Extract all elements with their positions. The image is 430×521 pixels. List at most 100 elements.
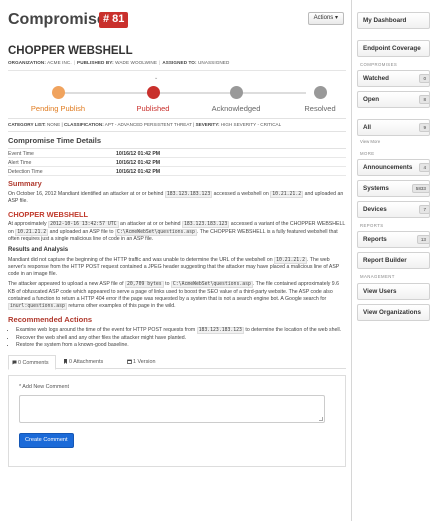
sidebar-section-management: MANAGEMENT	[360, 274, 395, 280]
category-key: CATEGORY LIST:	[8, 122, 46, 128]
chopper-text-part: an attacker at or or behind	[119, 221, 181, 228]
actions-button[interactable]: Actions ▾	[307, 12, 344, 25]
resize-handle-icon[interactable]	[319, 416, 323, 421]
tab-label: 0 Attachments	[69, 359, 104, 366]
bookmark-icon	[64, 359, 67, 365]
recommended-list: Examine web logs around the time of the …	[8, 326, 346, 350]
actions-label: Actions	[313, 15, 334, 21]
time-value: 10/16/12 01:42 PM	[116, 150, 161, 157]
sidebar-item-label: Watched	[363, 75, 390, 83]
page-title: Compromise	[8, 11, 106, 28]
published-value: WADE WOOLWINE	[115, 60, 158, 66]
step-dot	[51, 86, 65, 100]
sidebar-item-open[interactable]: Open 8	[357, 91, 430, 109]
time-details-heading: Compromise Time Details	[8, 135, 102, 145]
sidebar-item-view-organizations[interactable]: View Organizations	[357, 303, 430, 321]
results-text-part: The attacker appeared to upload a new AS…	[8, 281, 124, 288]
sidebar-item-view-users[interactable]: View Users	[357, 282, 430, 300]
create-comment-button[interactable]: Create Comment	[19, 432, 74, 448]
step-resolved[interactable]: Resolved	[270, 86, 370, 113]
classification-line: CATEGORY LIST: NONE | CLASSIFICATION: AP…	[8, 118, 346, 132]
tab-label: 0 Comments	[18, 360, 49, 367]
status-stepper: ⌄ Pending Publish Published Acknowledged…	[8, 70, 346, 116]
recommended-heading: Recommended Actions	[8, 315, 93, 325]
step-dot	[146, 86, 160, 100]
org-value: ACME INC.	[47, 60, 72, 66]
list-item: Recover the web shell and any other file…	[16, 335, 346, 342]
sidebar: My Dashboard Endpoint Coverage COMPROMIS…	[357, 12, 430, 325]
time-key: Event Time	[8, 150, 34, 157]
title-row: Compromise # 81 Actions ▾	[8, 6, 346, 30]
time-value: 10/16/12 01:42 PM	[116, 159, 161, 166]
chopper-text: At approximately 2012-10-16 13:42:57 UTC…	[8, 221, 346, 243]
sidebar-item-endpoint-coverage[interactable]: Endpoint Coverage	[357, 40, 430, 57]
severity-value: HIGH SEVERITY - CRITICAL	[220, 122, 282, 128]
tab-comments[interactable]: 0 Comments	[8, 355, 56, 371]
step-dot	[313, 86, 327, 100]
chopper-heading: CHOPPER WEBSHELL	[8, 210, 89, 220]
classification-key: CLASSIFICATION:	[64, 122, 104, 128]
comment-textarea[interactable]	[19, 394, 325, 423]
byte-count: 20,709 bytes	[125, 281, 164, 289]
sidebar-section-more: MORE	[360, 150, 375, 156]
meta-line: ORGANIZATION: ACME INC. | PUBLISHED BY: WA…	[8, 60, 230, 66]
results-text-part: to	[165, 281, 170, 288]
sidebar-item-my-dashboard[interactable]: My Dashboard	[357, 12, 430, 29]
sidebar-item-devices[interactable]: Devices 7	[357, 201, 430, 219]
sidebar-item-label: My Dashboard	[363, 17, 407, 24]
list-item: Restore the system from a known-good bas…	[16, 342, 346, 349]
sidebar-item-label: View Organizations	[363, 308, 421, 316]
ip-address: 10.21.21.2	[270, 190, 304, 198]
sidebar-item-label: Open	[363, 96, 380, 104]
sidebar-item-label: All	[363, 124, 372, 132]
tab-label: 1 Version	[133, 359, 156, 366]
compromise-name: CHOPPER WEBSHELL	[8, 45, 133, 57]
sidebar-item-report-builder[interactable]: Report Builder	[357, 252, 430, 270]
published-key: PUBLISHED BY:	[77, 60, 114, 66]
summary-heading: Summary	[8, 179, 42, 189]
tab-attachments[interactable]: 0 Attachments	[60, 355, 120, 369]
search-query: inurl:questions.asp	[8, 302, 67, 310]
list-item: Examine web logs around the time of the …	[16, 326, 346, 334]
step-label: Pending Publish	[30, 104, 86, 114]
calendar-icon	[127, 359, 132, 365]
time-key: Detection Time	[8, 168, 43, 175]
main-panel: Compromise # 81 Actions ▾ CHOPPER WEBSHE…	[0, 0, 352, 521]
org-key: ORGANIZATION:	[8, 60, 46, 66]
summary-text-part: accessed a webshell on	[213, 190, 269, 197]
caret-down-icon: ▾	[334, 15, 338, 21]
sidebar-item-announcements[interactable]: Announcements 4	[357, 159, 430, 177]
severity-key: SEVERITY:	[195, 122, 220, 128]
time-key: Alert Time	[8, 159, 32, 166]
comment-form: * Add New Comment Create Comment	[8, 375, 346, 468]
sidebar-item-reports[interactable]: Reports 13	[357, 231, 430, 249]
sidebar-item-label: Systems	[363, 185, 389, 193]
sidebar-item-label: Report Builder	[363, 257, 407, 265]
list-item-text: to determine the location of the web she…	[245, 326, 342, 333]
comment-icon	[12, 360, 17, 365]
chopper-text-part: At approximately	[8, 221, 47, 228]
timestamp: 2012-10-16 13:42:57 UTC	[48, 221, 119, 229]
compromise-detail: Compromise # 81 Actions ▾ CHOPPER WEBSHE…	[8, 6, 346, 468]
assigned-value: UNASSIGNED	[198, 60, 230, 66]
count-badge: 13	[416, 235, 429, 245]
step-label: Resolved	[304, 104, 336, 114]
sidebar-item-watched[interactable]: Watched 0	[357, 70, 430, 88]
results-text-part: Mandiant did not capture the beginning o…	[8, 256, 273, 263]
ip-address: 183.123.183.123	[164, 190, 213, 198]
time-value: 10/16/12 01:42 PM	[116, 168, 161, 175]
comment-label: * Add New Comment	[19, 384, 70, 391]
file-path: C:\AcmeWebSet\questions.asp	[114, 228, 197, 236]
current-step-marker-icon: ⌄	[154, 75, 159, 82]
tab-versions[interactable]: 1 Version	[124, 355, 174, 369]
count-badge: 0	[419, 74, 429, 84]
sidebar-item-label: Announcements	[363, 164, 413, 172]
step-pending-publish[interactable]: Pending Publish	[8, 86, 108, 113]
sidebar-item-systems[interactable]: Systems 5833	[357, 180, 430, 198]
list-item-text: Examine web logs around the time of the …	[16, 326, 196, 333]
file-path: C:\AcmeWebSet\questions.asp	[170, 281, 253, 289]
ip-address: 183.123.183.123	[196, 326, 244, 334]
results-text-1: Mandiant did not capture the beginning o…	[8, 256, 346, 279]
view-more-link[interactable]: View More	[360, 139, 430, 144]
sidebar-item-all[interactable]: All 9	[357, 119, 430, 137]
